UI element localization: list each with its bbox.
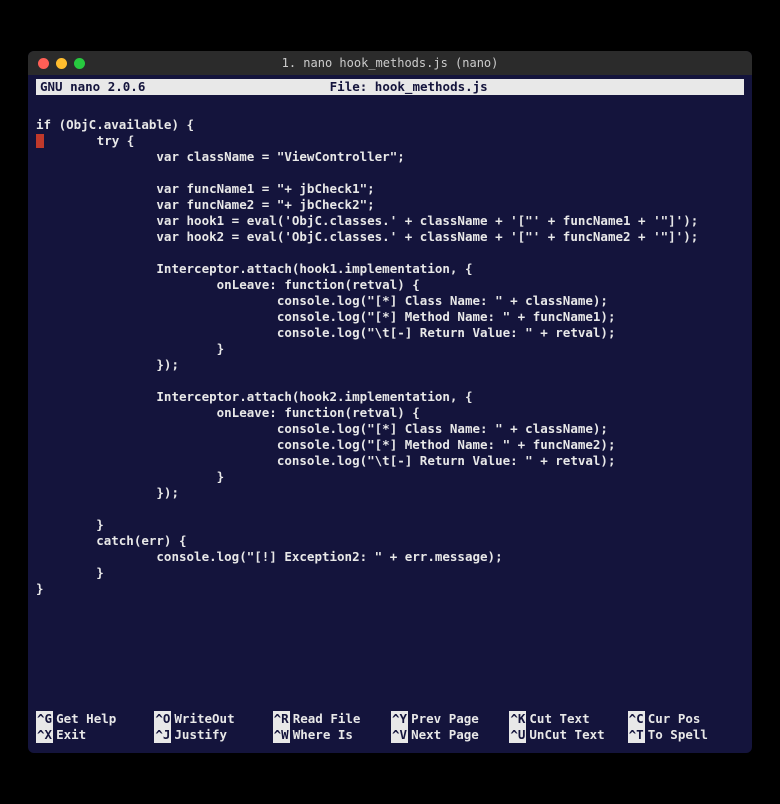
shortcut-item: ^GGet Help	[36, 711, 152, 727]
nano-file-label: File: hook_methods.js	[75, 79, 742, 95]
cursor-icon	[36, 134, 44, 148]
shortcut-label: Read File	[293, 711, 361, 727]
window-title: 1. nano hook_methods.js (nano)	[28, 56, 752, 70]
shortcut-item: ^RRead File	[273, 711, 389, 727]
shortcut-label: Prev Page	[411, 711, 479, 727]
terminal-window: 1. nano hook_methods.js (nano) GNU nano …	[28, 51, 752, 753]
shortcut-label: UnCut Text	[529, 727, 604, 743]
shortcut-item: ^OWriteOut	[154, 711, 270, 727]
shortcut-label: WriteOut	[174, 711, 234, 727]
shortcut-label: Where Is	[293, 727, 353, 743]
shortcut-key: ^C	[628, 711, 645, 727]
shortcut-key: ^R	[273, 711, 290, 727]
shortcut-key: ^O	[154, 711, 171, 727]
shortcut-label: Cur Pos	[648, 711, 701, 727]
shortcut-label: Next Page	[411, 727, 479, 743]
shortcut-key: ^K	[509, 711, 526, 727]
shortcut-item: ^YPrev Page	[391, 711, 507, 727]
shortcut-key: ^J	[154, 727, 171, 743]
traffic-lights	[38, 58, 85, 69]
shortcut-label: To Spell	[648, 727, 708, 743]
shortcut-key: ^U	[509, 727, 526, 743]
nano-shortcuts: ^GGet Help^OWriteOut^RRead File^YPrev Pa…	[36, 709, 744, 743]
nano-statusbar: GNU nano 2.0.6 File: hook_methods.js	[36, 79, 744, 95]
terminal-content[interactable]: GNU nano 2.0.6 File: hook_methods.js if …	[28, 75, 752, 753]
editor-area[interactable]: if (ObjC.available) { try { var classNam…	[36, 101, 744, 709]
shortcut-key: ^X	[36, 727, 53, 743]
close-icon[interactable]	[38, 58, 49, 69]
zoom-icon[interactable]	[74, 58, 85, 69]
shortcut-item: ^KCut Text	[509, 711, 625, 727]
shortcut-item: ^WWhere Is	[273, 727, 389, 743]
shortcut-label: Get Help	[56, 711, 116, 727]
shortcut-item: ^VNext Page	[391, 727, 507, 743]
shortcut-item: ^JJustify	[154, 727, 270, 743]
shortcut-label: Exit	[56, 727, 86, 743]
shortcut-label: Justify	[174, 727, 227, 743]
shortcut-item: ^CCur Pos	[628, 711, 744, 727]
shortcut-item: ^TTo Spell	[628, 727, 744, 743]
shortcut-label: Cut Text	[529, 711, 589, 727]
titlebar[interactable]: 1. nano hook_methods.js (nano)	[28, 51, 752, 75]
shortcut-key: ^T	[628, 727, 645, 743]
shortcut-key: ^V	[391, 727, 408, 743]
shortcut-key: ^Y	[391, 711, 408, 727]
shortcut-item: ^UUnCut Text	[509, 727, 625, 743]
minimize-icon[interactable]	[56, 58, 67, 69]
shortcut-item: ^XExit	[36, 727, 152, 743]
shortcut-key: ^G	[36, 711, 53, 727]
shortcut-key: ^W	[273, 727, 290, 743]
